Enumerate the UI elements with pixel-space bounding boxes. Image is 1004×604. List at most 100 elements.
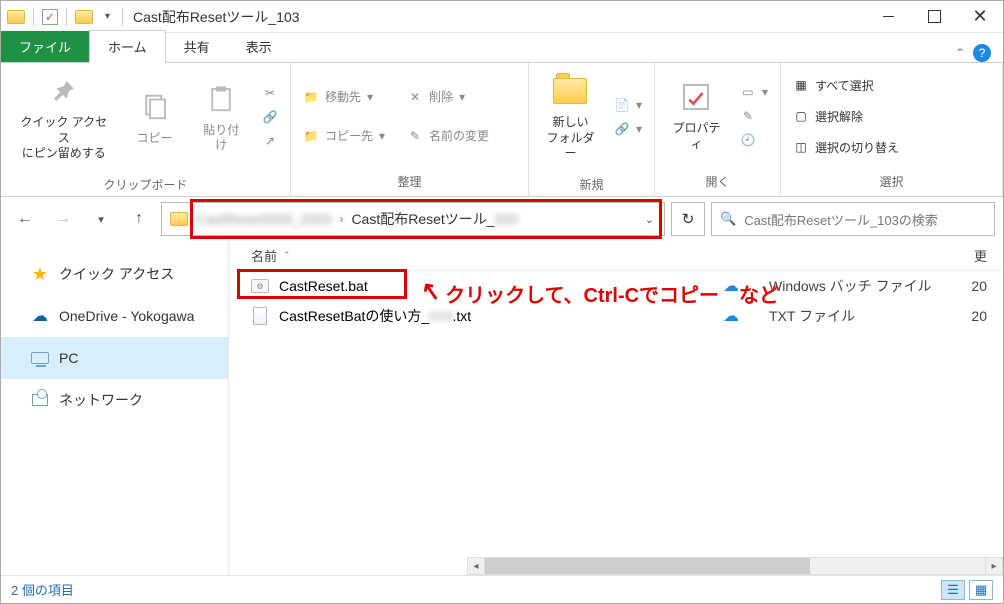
rename-icon: ✎ bbox=[407, 128, 423, 144]
path-icon: 🔗 bbox=[262, 109, 278, 125]
scissors-icon: ✂ bbox=[262, 85, 278, 101]
select-all-icon: ▦ bbox=[793, 77, 809, 93]
recent-locations-button[interactable]: ▾ bbox=[85, 203, 117, 235]
tab-file[interactable]: ファイル bbox=[1, 31, 89, 62]
folder-icon[interactable] bbox=[75, 10, 93, 24]
tab-view[interactable]: 表示 bbox=[228, 31, 290, 62]
paste-shortcut-button[interactable]: ↗ bbox=[258, 131, 282, 151]
easy-access-icon: 🔗 bbox=[614, 121, 630, 137]
quick-access-toolbar: ✓ ▾ bbox=[1, 8, 129, 26]
ribbon-tabs: ファイル ホーム 共有 表示 ⌃ ? bbox=[1, 33, 1003, 63]
new-item-icon: 📄 bbox=[614, 97, 630, 113]
window-buttons: ✕ bbox=[865, 1, 1003, 33]
move-to-button[interactable]: 📁移動先 ▾ bbox=[299, 86, 389, 107]
back-button[interactable]: ← bbox=[9, 203, 41, 235]
address-dropdown-icon[interactable]: ⌄ bbox=[635, 213, 664, 226]
group-open: プロパティ ▭▾ ✎ 🕘 開く bbox=[655, 63, 781, 196]
paste-button[interactable]: 貼り付け bbox=[191, 77, 252, 158]
cut-button[interactable]: ✂ bbox=[258, 83, 282, 103]
invert-icon: ◫ bbox=[793, 139, 809, 155]
group-label: 開く bbox=[655, 169, 780, 196]
annotation-arrow-icon: ↖ bbox=[419, 275, 444, 307]
address-bar[interactable]: CastReset0000_2000› Cast配布Resetツール_000 ⌄ bbox=[161, 202, 665, 236]
bat-file-icon: ⚙ bbox=[251, 277, 269, 295]
close-button[interactable]: ✕ bbox=[957, 1, 1003, 33]
pin-to-quick-access-button[interactable]: クイック アクセス にピン留めする bbox=[9, 69, 119, 166]
edit-button[interactable]: ✎ bbox=[736, 106, 772, 126]
tab-share[interactable]: 共有 bbox=[166, 31, 228, 62]
history-button[interactable]: 🕘 bbox=[736, 130, 772, 150]
search-box[interactable]: 🔍 Cast配布Resetツール_103の検索 bbox=[711, 202, 995, 236]
collapse-ribbon-icon[interactable]: ⌃ bbox=[955, 46, 965, 60]
view-large-icons-button[interactable]: ▦ bbox=[969, 580, 993, 600]
search-placeholder: Cast配布Resetツール_103の検索 bbox=[744, 210, 938, 229]
copy-path-button[interactable]: 🔗 bbox=[258, 107, 282, 127]
status-text: 2 個の項目 bbox=[11, 580, 74, 599]
properties-button[interactable]: プロパティ bbox=[663, 75, 730, 156]
nav-pc[interactable]: PC bbox=[1, 337, 228, 379]
breadcrumb-item[interactable]: Cast配布Resetツール_000 bbox=[351, 209, 518, 229]
help-icon[interactable]: ? bbox=[973, 44, 991, 62]
history-icon: 🕘 bbox=[740, 132, 756, 148]
group-organize: 📁移動先 ▾ 📁コピー先 ▾ ✕削除 ▾ ✎名前の変更 整理 bbox=[291, 63, 529, 196]
scroll-left-button[interactable]: ◂ bbox=[467, 557, 485, 575]
column-header-name[interactable]: 名前 ⌃ bbox=[239, 241, 769, 271]
scroll-thumb[interactable] bbox=[485, 558, 810, 574]
annotation-text: ↖ クリックして、Ctrl-Cでコピー など bbox=[421, 279, 779, 308]
shortcut-icon: ↗ bbox=[262, 133, 278, 149]
copy-to-button[interactable]: 📁コピー先 ▾ bbox=[299, 125, 389, 146]
group-select: ▦すべて選択 ▢選択解除 ◫選択の切り替え 選択 bbox=[781, 63, 1003, 196]
cloud-status-icon: ☁ bbox=[723, 306, 769, 326]
star-icon: ★ bbox=[31, 265, 49, 283]
group-label: 選択 bbox=[781, 169, 1002, 196]
refresh-button[interactable]: ↻ bbox=[671, 202, 705, 236]
folder-icon bbox=[170, 212, 188, 226]
network-icon bbox=[31, 391, 49, 409]
minimize-button[interactable] bbox=[865, 1, 911, 33]
scroll-right-button[interactable]: ▸ bbox=[985, 557, 1003, 575]
view-details-button[interactable]: ☰ bbox=[941, 580, 965, 600]
scroll-track[interactable] bbox=[485, 557, 985, 575]
file-name: CastResetBatの使い方_000.txt bbox=[279, 306, 471, 326]
window-title: Cast配布Resetツール_103 bbox=[129, 7, 300, 27]
qat-checkbox-icon[interactable]: ✓ bbox=[42, 9, 58, 25]
txt-file-icon bbox=[251, 307, 269, 325]
nav-network[interactable]: ネットワーク bbox=[1, 379, 228, 421]
new-item-button[interactable]: 📄▾ bbox=[610, 95, 646, 115]
open-icon: ▭ bbox=[740, 84, 756, 100]
select-none-button[interactable]: ▢選択解除 bbox=[789, 106, 903, 127]
easy-access-button[interactable]: 🔗▾ bbox=[610, 119, 646, 139]
pc-icon bbox=[31, 349, 49, 367]
select-all-button[interactable]: ▦すべて選択 bbox=[789, 75, 903, 96]
folder-icon bbox=[7, 10, 25, 24]
new-folder-button[interactable]: 新しい フォルダー bbox=[537, 69, 604, 166]
invert-selection-button[interactable]: ◫選択の切り替え bbox=[789, 137, 903, 158]
separator bbox=[33, 8, 34, 26]
moveto-icon: 📁 bbox=[303, 89, 319, 105]
qat-dropdown-icon[interactable]: ▾ bbox=[101, 11, 114, 22]
titlebar: ✓ ▾ Cast配布Resetツール_103 ✕ bbox=[1, 1, 1003, 33]
file-name: CastReset.bat bbox=[279, 278, 368, 294]
group-label: クリップボード bbox=[1, 172, 290, 199]
ribbon: クイック アクセス にピン留めする コピー 貼り付け ✂ 🔗 ↗ クリップボード… bbox=[1, 63, 1003, 197]
breadcrumb-item[interactable]: CastReset0000_2000› bbox=[196, 211, 351, 227]
group-label: 新規 bbox=[529, 172, 654, 199]
rename-button[interactable]: ✎名前の変更 bbox=[403, 125, 493, 146]
nav-pane: ★クイック アクセス ☁OneDrive - Yokogawa PC ネットワー… bbox=[1, 241, 229, 575]
nav-row: ← → ▾ ↑ CastReset0000_2000› Cast配布Resetツ… bbox=[1, 197, 1003, 241]
delete-button[interactable]: ✕削除 ▾ bbox=[403, 86, 493, 107]
group-new: 新しい フォルダー 📄▾ 🔗▾ 新規 bbox=[529, 63, 655, 196]
copy-button[interactable]: コピー bbox=[125, 85, 185, 151]
horizontal-scrollbar[interactable]: ◂ ▸ bbox=[467, 557, 1003, 575]
up-button[interactable]: ↑ bbox=[123, 203, 155, 235]
forward-button[interactable]: → bbox=[47, 203, 79, 235]
column-header-meta[interactable]: 更 bbox=[769, 241, 1003, 271]
nav-quick-access[interactable]: ★クイック アクセス bbox=[1, 253, 228, 295]
sort-indicator-icon: ⌃ bbox=[277, 250, 291, 261]
edit-icon: ✎ bbox=[740, 108, 756, 124]
properties-icon bbox=[678, 79, 714, 115]
nav-onedrive[interactable]: ☁OneDrive - Yokogawa bbox=[1, 295, 228, 337]
maximize-button[interactable] bbox=[911, 1, 957, 33]
open-button[interactable]: ▭▾ bbox=[736, 82, 772, 102]
tab-home[interactable]: ホーム bbox=[89, 30, 166, 63]
